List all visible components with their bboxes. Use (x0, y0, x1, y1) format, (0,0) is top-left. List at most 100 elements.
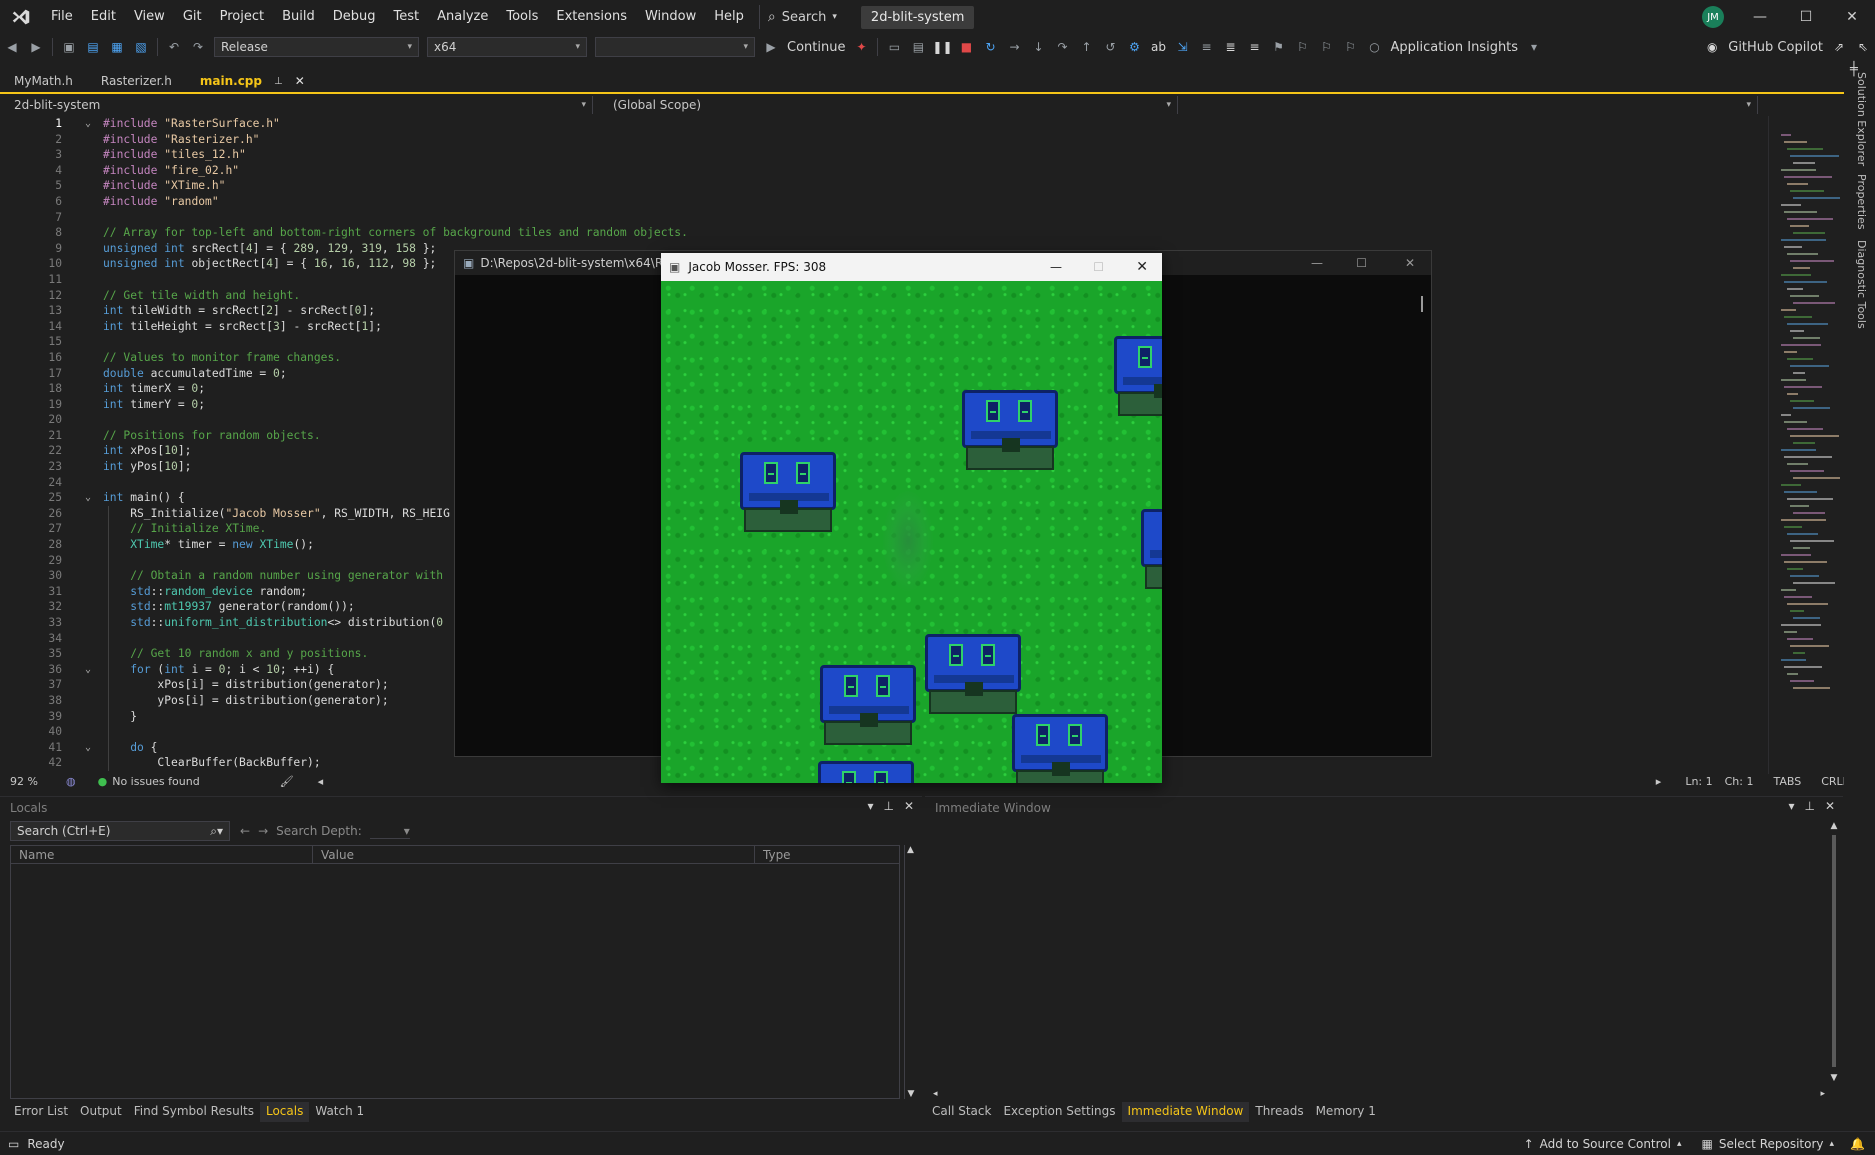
menu-debug[interactable]: Debug (324, 0, 385, 34)
prev-bookmark-icon[interactable]: ⚐ (1292, 37, 1312, 57)
member-dropdown[interactable]: ▾ (1178, 96, 1758, 114)
add-to-source-control-button[interactable]: Add to Source Control (1540, 1137, 1671, 1151)
diagnostic-tools-tab[interactable]: Diagnostic Tools (1855, 240, 1868, 329)
menu-analyze[interactable]: Analyze (428, 0, 497, 34)
platform-dropdown[interactable]: x64 ▾ (427, 37, 587, 57)
tab-threads[interactable]: Threads (1249, 1102, 1309, 1122)
code-line[interactable]: 6 #include "random" (0, 194, 1768, 210)
back-icon[interactable]: ◀ (2, 37, 22, 57)
tab-watch-1[interactable]: Watch 1 (309, 1102, 370, 1122)
new-project-icon[interactable]: ▣ (59, 37, 79, 57)
minimize-button[interactable]: — (1737, 0, 1783, 34)
spell-check-icon[interactable]: ab (1148, 37, 1168, 57)
share-icon[interactable]: ⇗ (1829, 37, 1849, 57)
comment-icon[interactable]: ≣ (1220, 37, 1240, 57)
redo-icon[interactable]: ↷ (188, 37, 208, 57)
indentation-mode[interactable]: TABS (1773, 775, 1801, 788)
cleanup-icon[interactable]: 🖌 (280, 775, 294, 788)
column-header-value[interactable]: Value (313, 846, 755, 864)
process-icon[interactable]: ▤ (908, 37, 928, 57)
issues-status[interactable]: No issues found (112, 775, 199, 788)
immediate-horizontal-scrollbar[interactable]: ◂ ▸ (933, 1089, 1825, 1101)
close-button[interactable]: ✕ (1136, 259, 1148, 275)
github-copilot-button[interactable]: GitHub Copilot (1728, 40, 1823, 55)
fold-chevron-icon[interactable]: ⌄ (85, 116, 91, 132)
column-number[interactable]: Ch: 1 (1725, 775, 1754, 788)
menu-build[interactable]: Build (273, 0, 324, 34)
tab-find-symbol-results[interactable]: Find Symbol Results (128, 1102, 260, 1122)
maximize-button[interactable]: ☐ (1356, 256, 1367, 270)
immediate-vertical-scrollbar[interactable]: ▲ ▼ (1828, 821, 1840, 1083)
select-repository-button[interactable]: Select Repository (1719, 1137, 1824, 1151)
fold-chevron-icon[interactable]: ⌄ (85, 662, 91, 678)
show-next-statement-icon[interactable]: → (1004, 37, 1024, 57)
step-out-icon[interactable]: ↑ (1076, 37, 1096, 57)
game-window[interactable]: ▣ Jacob Mosser. FPS: 308 — ☐ ✕ (661, 253, 1162, 783)
maximize-button[interactable]: ☐ (1093, 260, 1104, 274)
visual-studio-logo-icon[interactable] (0, 0, 42, 34)
code-line[interactable]: 5 #include "XTime.h" (0, 178, 1768, 194)
properties-tab[interactable]: Properties (1855, 174, 1868, 230)
minimap[interactable] (1768, 116, 1844, 774)
tab-locals[interactable]: Locals (259, 1102, 310, 1122)
tab-error-list[interactable]: Error List (8, 1102, 74, 1122)
close-tab-icon[interactable]: ✕ (295, 74, 305, 88)
menu-window[interactable]: Window (636, 0, 705, 34)
save-all-icon[interactable]: ▧ (131, 37, 151, 57)
clear-bookmarks-icon[interactable]: ⚐ (1340, 37, 1360, 57)
bookmark-icon[interactable]: ⚑ (1268, 37, 1288, 57)
play-icon[interactable]: ▶ (761, 37, 781, 57)
menu-extensions[interactable]: Extensions (547, 0, 636, 34)
search-depth-dropdown[interactable]: ▾ (369, 824, 410, 839)
menu-test[interactable]: Test (385, 0, 429, 34)
scroll-left-icon[interactable]: ◂ (318, 775, 324, 788)
window-options-icon[interactable]: ▾ (867, 799, 873, 813)
menu-help[interactable]: Help (705, 0, 753, 34)
feedback-icon[interactable]: ⇖ (1853, 37, 1873, 57)
minimize-button[interactable]: — (1050, 260, 1062, 274)
close-button[interactable]: ✕ (1405, 256, 1415, 270)
application-insights-button[interactable]: Application Insights (1390, 40, 1518, 55)
forward-icon[interactable]: ▶ (26, 37, 46, 57)
avatar[interactable]: JM (1702, 6, 1724, 28)
code-line[interactable]: 2 #include "Rasterizer.h" (0, 132, 1768, 148)
code-line[interactable]: 4 #include "fire_02.h" (0, 163, 1768, 179)
tab-main-cpp[interactable]: main.cpp ⊥ ✕ (185, 70, 319, 92)
code-map-icon[interactable]: ⇲ (1172, 37, 1192, 57)
tab-rasterizer-h[interactable]: Rasterizer.h (87, 70, 186, 92)
scroll-right-icon[interactable]: ▸ (1656, 775, 1662, 788)
stop-icon[interactable]: ■ (956, 37, 976, 57)
menu-tools[interactable]: Tools (497, 0, 547, 34)
step-over-icon[interactable]: ↷ (1052, 37, 1072, 57)
window-options-icon[interactable]: ▾ (1788, 799, 1794, 813)
menu-project[interactable]: Project (211, 0, 273, 34)
menu-view[interactable]: View (125, 0, 174, 34)
pin-icon[interactable]: ⊥ (1804, 799, 1814, 813)
restart-icon[interactable]: ↻ (980, 37, 1000, 57)
game-canvas[interactable] (661, 281, 1162, 783)
pause-icon[interactable]: ❚❚ (932, 37, 952, 57)
tab-memory-1[interactable]: Memory 1 (1310, 1102, 1382, 1122)
locals-scrollbar[interactable]: ▲ ▼ (904, 845, 916, 1099)
uncomment-icon[interactable]: ≡ (1244, 37, 1264, 57)
pin-icon[interactable]: ⊥ (274, 76, 283, 87)
close-icon[interactable]: ✕ (904, 799, 914, 813)
notifications-icon[interactable]: 🔔 (1850, 1137, 1865, 1151)
configuration-dropdown[interactable]: Release ▾ (214, 37, 419, 57)
code-line[interactable]: 1 ⌄ #include "RasterSurface.h" (0, 116, 1768, 132)
undo-step-icon[interactable]: ↺ (1100, 37, 1120, 57)
maximize-button[interactable]: ☐ (1783, 0, 1829, 34)
code-line[interactable]: 3 #include "tiles_12.h" (0, 147, 1768, 163)
solution-explorer-tab[interactable]: Solution Explorer (1855, 72, 1868, 166)
search-box[interactable]: ⌕ Search ▾ (758, 5, 845, 29)
game-title-bar[interactable]: ▣ Jacob Mosser. FPS: 308 — ☐ ✕ (661, 253, 1162, 281)
tab-output[interactable]: Output (74, 1102, 128, 1122)
diagnostics-icon[interactable]: ⚙ (1124, 37, 1144, 57)
next-bookmark-icon[interactable]: ⚐ (1316, 37, 1336, 57)
locals-search-input[interactable]: Search (Ctrl+E) ⌕▾ (10, 821, 230, 841)
pin-icon[interactable]: ⊥ (883, 799, 893, 813)
menu-edit[interactable]: Edit (82, 0, 125, 34)
zoom-level[interactable]: 92 % (10, 775, 60, 788)
format-icon[interactable]: ≡ (1196, 37, 1216, 57)
lightbulb-icon[interactable]: ○ (1364, 37, 1384, 57)
